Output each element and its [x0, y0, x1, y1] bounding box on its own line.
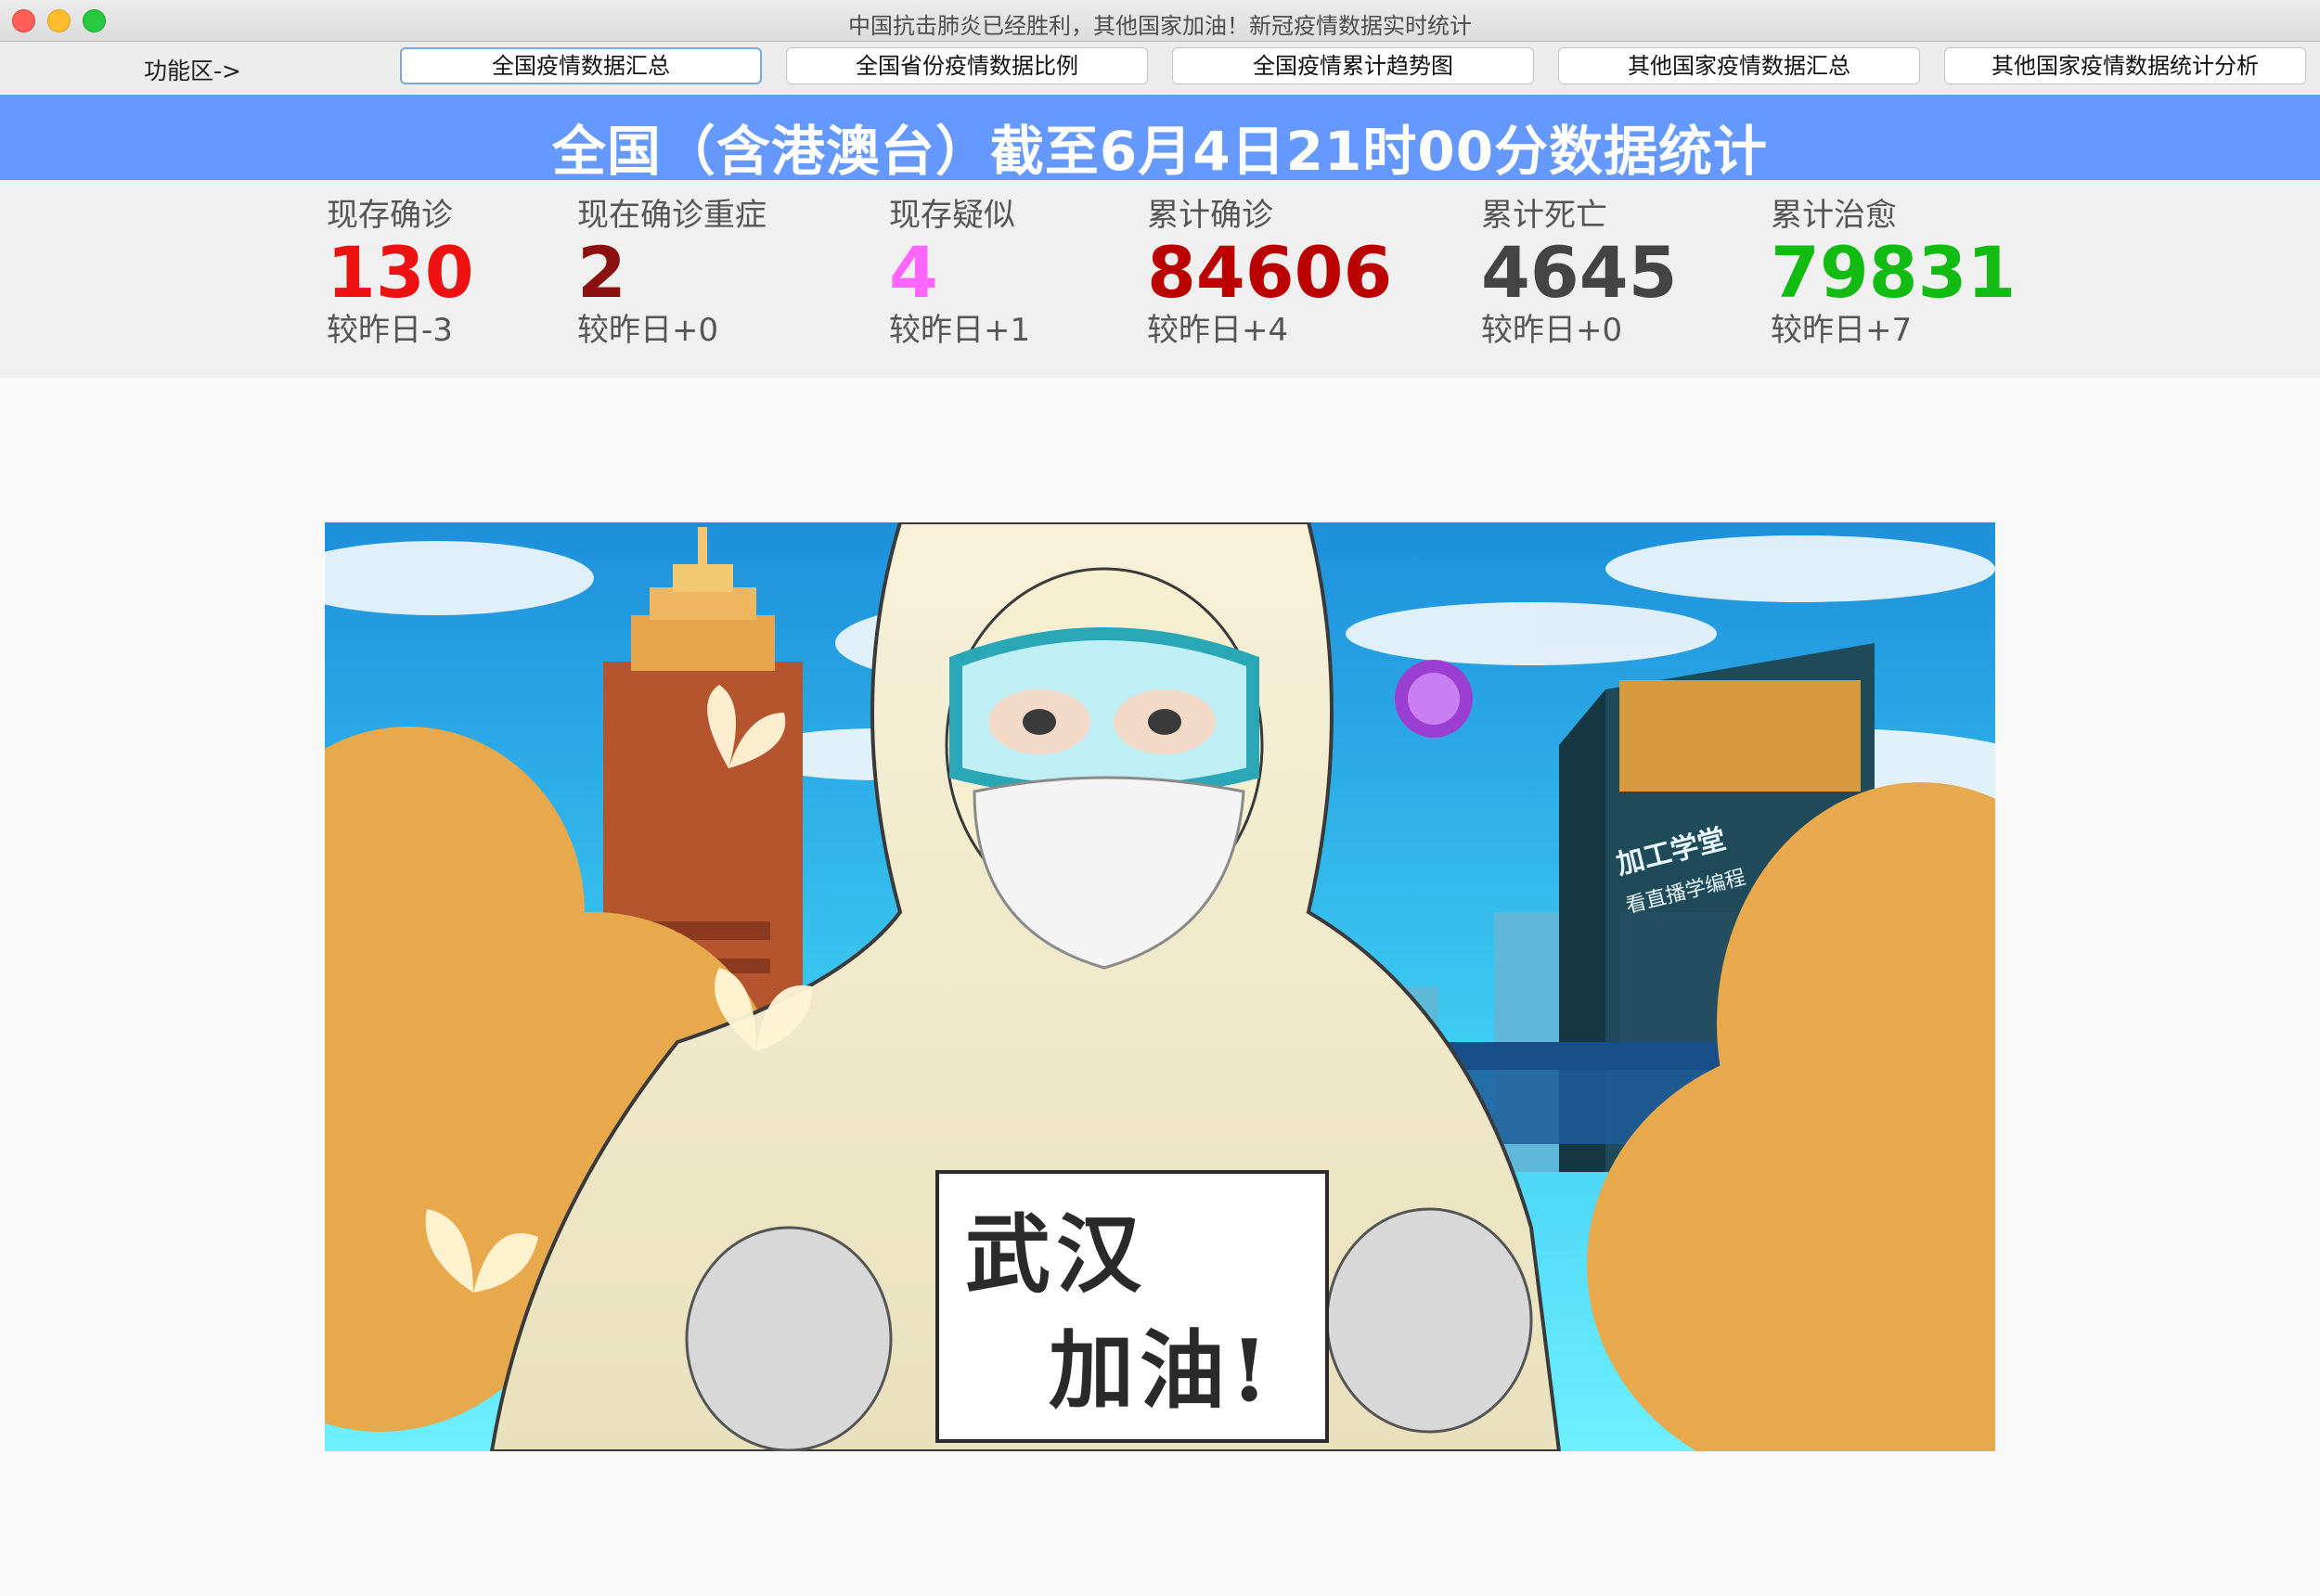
- stat-value: 79831: [1771, 231, 2017, 314]
- stat-delta: 较昨日+7: [1771, 312, 1913, 349]
- stat-label: 累计死亡: [1481, 197, 1607, 234]
- stat-value: 84606: [1147, 231, 1393, 314]
- stat-value: 130: [327, 231, 474, 314]
- stat-severe: 现在确诊重症 2 较昨日+0: [577, 197, 767, 349]
- stat-delta: 较昨日-3: [327, 312, 453, 349]
- app-window: 中国抗击肺炎已经胜利，其他国家加油！新冠疫情数据实时统计 功能区-> 全国疫情数…: [0, 0, 2320, 1596]
- national-summary-button[interactable]: 全国疫情数据汇总: [400, 47, 762, 84]
- stat-label: 现存疑似: [889, 197, 1015, 234]
- stat-total-recovered: 累计治愈 79831 较昨日+7: [1771, 197, 2016, 349]
- national-trend-button[interactable]: 全国疫情累计趋势图: [1172, 47, 1534, 84]
- other-countries-analysis-button[interactable]: 其他国家疫情数据统计分析: [1944, 47, 2306, 84]
- poster-illustration: 武汉 加油! 加工学堂 看直播学编程: [325, 522, 1995, 1451]
- stat-label: 现在确诊重症: [577, 197, 767, 234]
- stats-panel: 现存确诊 130 较昨日-3 现在确诊重症 2 较昨日+0 现存疑似 4 较昨日…: [0, 180, 2320, 378]
- stat-value: 2: [577, 231, 626, 314]
- stat-label: 累计确诊: [1147, 197, 1273, 234]
- banner-title: 全国（含港澳台）截至6月4日21时00分数据统计: [551, 120, 1769, 183]
- stat-delta: 较昨日+4: [1147, 312, 1289, 349]
- stat-delta: 较昨日+0: [1481, 312, 1623, 349]
- stat-value: 4645: [1481, 231, 1678, 314]
- function-area-label: 功能区->: [144, 58, 241, 84]
- sign-line-1: 武汉: [965, 1204, 1148, 1305]
- function-toolbar: 功能区-> 全国疫情数据汇总 全国省份疫情数据比例 全国疫情累计趋势图 其他国家…: [0, 42, 2320, 94]
- sign-line-2: 加油!: [1049, 1320, 1274, 1421]
- virus-icon: [1395, 660, 1473, 738]
- stat-total-confirmed: 累计确诊 84606 较昨日+4: [1147, 197, 1392, 349]
- stat-current-confirmed: 现存确诊 130 较昨日-3: [327, 197, 474, 349]
- title-bar: 中国抗击肺炎已经胜利，其他国家加油！新冠疫情数据实时统计: [0, 0, 2320, 42]
- data-banner: 全国（含港澳台）截至6月4日21时00分数据统计: [0, 95, 2320, 183]
- other-countries-summary-button[interactable]: 其他国家疫情数据汇总: [1558, 47, 1920, 84]
- stat-delta: 较昨日+1: [889, 312, 1031, 349]
- stat-value: 4: [889, 231, 938, 314]
- province-ratio-button[interactable]: 全国省份疫情数据比例: [786, 47, 1148, 84]
- window-title: 中国抗击肺炎已经胜利，其他国家加油！新冠疫情数据实时统计: [848, 13, 1472, 39]
- stat-label: 现存确诊: [327, 197, 453, 234]
- stat-label: 累计治愈: [1771, 197, 1897, 234]
- stat-suspected: 现存疑似 4 较昨日+1: [889, 197, 1030, 349]
- stat-total-deaths: 累计死亡 4645 较昨日+0: [1481, 197, 1678, 349]
- stat-delta: 较昨日+0: [577, 312, 719, 349]
